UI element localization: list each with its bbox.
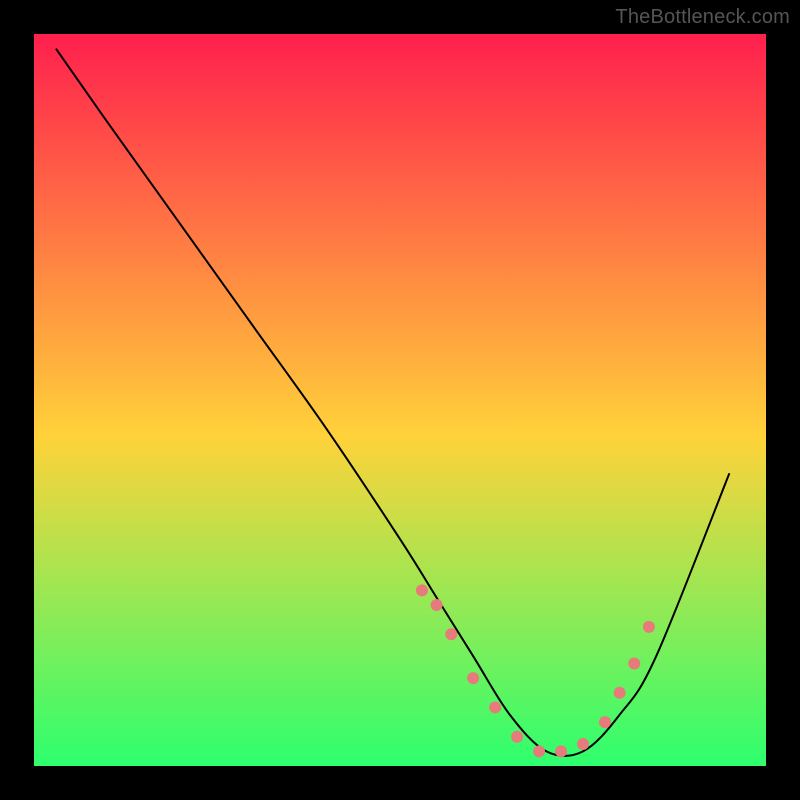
highlight-dot	[467, 672, 479, 684]
highlight-dot	[416, 584, 428, 596]
highlight-dot	[431, 599, 443, 611]
chart-stage: TheBottleneck.com	[0, 0, 800, 800]
watermark-text: TheBottleneck.com	[615, 6, 790, 29]
highlight-dot	[489, 701, 501, 713]
highlight-dot	[445, 628, 457, 640]
chart-svg	[0, 0, 800, 800]
highlight-dot	[577, 738, 589, 750]
highlight-dot	[599, 716, 611, 728]
highlight-dot	[511, 731, 523, 743]
highlight-dot	[533, 745, 545, 757]
highlight-dot	[555, 745, 567, 757]
highlight-dot	[628, 658, 640, 670]
highlight-dot	[614, 687, 626, 699]
highlight-dot	[643, 621, 655, 633]
